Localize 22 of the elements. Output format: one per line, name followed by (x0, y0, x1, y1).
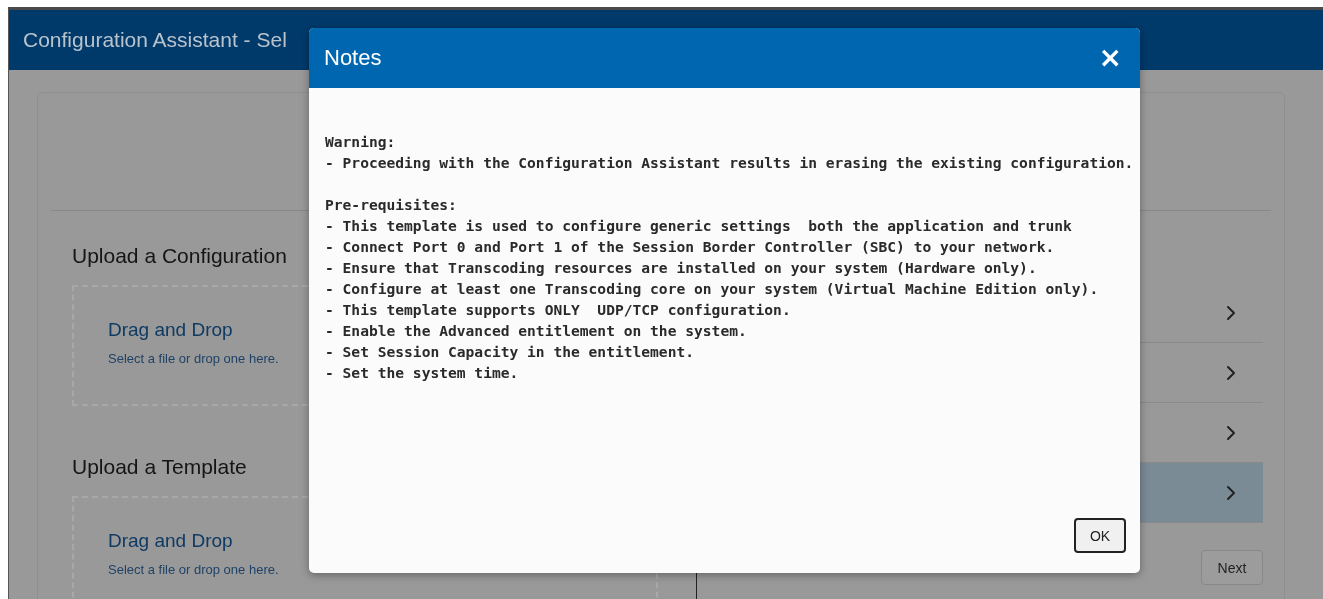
drop-zone-title: Drag and Drop (108, 319, 233, 341)
section-heading: Upload a Configuration (72, 243, 287, 269)
drop-zone-hint: Select a file or drop one here. (108, 351, 279, 366)
ok-button[interactable]: OK (1074, 518, 1126, 553)
notes-line: - Proceeding with the Configuration Assistant results in erasing the existing configuration. (325, 153, 1134, 173)
drop-zone-hint: Select a file or drop one here. (108, 562, 279, 577)
notes-line: - Ensure that Transcoding resources are installed on your system (Hardware only). (325, 258, 1037, 278)
notes-line: - Configure at least one Transcoding core on your system (Virtual Machine Edition only). (325, 279, 1099, 299)
drop-zone-title: Drag and Drop (108, 530, 233, 552)
notes-heading: Warning: (325, 132, 396, 152)
notes-line: - Set Session Capacity in the entitlement. (325, 342, 695, 362)
notes-line: - Connect Port 0 and Port 1 of the Session Border Controller (SBC) to your network. (325, 237, 1055, 257)
section-heading: Upload a Template (72, 454, 247, 480)
notes-line: - Enable the Advanced entitlement on the system. (325, 321, 747, 341)
dialog-title: Notes (324, 45, 382, 71)
notes-line: - Set the system time. (325, 363, 519, 383)
notes-line: - This template supports ONLY UDP/TCP configuration. (325, 300, 791, 320)
close-button[interactable]: × (1094, 44, 1126, 72)
window-title: Configuration Assistant - Sel (23, 28, 287, 52)
notes-line: - This template is used to configure generic settings both the application and trunk (325, 216, 1072, 236)
notes-heading: Pre-requisites: (325, 195, 457, 215)
next-button[interactable]: Next (1201, 550, 1263, 585)
